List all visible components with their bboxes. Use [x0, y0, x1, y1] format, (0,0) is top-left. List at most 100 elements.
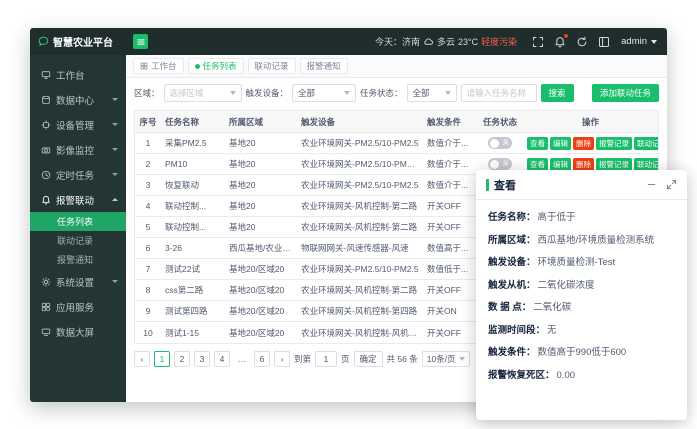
chevron-down-icon	[112, 123, 118, 126]
search-button[interactable]: 搜索	[541, 84, 574, 102]
modal-field-value: 二氧化碳	[533, 297, 571, 320]
sidebar-item-scheduled-tasks[interactable]: 定时任务	[30, 162, 126, 187]
device-cell: 农业环境网关-风机控制-第二路	[297, 200, 423, 212]
condition-cell: 数值高于...	[423, 242, 477, 254]
tab-alarm-notice[interactable]: 报警通知	[300, 58, 348, 74]
task-name-cell: 3-26	[161, 243, 225, 253]
sidebar-collapse-button[interactable]	[133, 34, 148, 49]
row-index: 9	[135, 306, 161, 316]
sidebar-item-workbench[interactable]: 工作台	[30, 62, 126, 87]
sidebar-item-data-screen[interactable]: 数据大屏	[30, 319, 126, 344]
admin-menu[interactable]: admin	[621, 36, 657, 47]
page-button[interactable]: …	[234, 351, 250, 367]
task-name-cell: 采集PM2.5	[161, 137, 225, 149]
goto-page-label: 到第	[294, 353, 311, 365]
maximize-icon[interactable]	[666, 179, 677, 190]
modal-title: 查看	[494, 177, 646, 193]
modal-field-value: 西瓜基地/环境质量检测系统	[538, 230, 655, 253]
bell-icon[interactable]	[554, 36, 566, 48]
page-size-select[interactable]: 10条/页	[422, 351, 470, 367]
device-cell: 农业环境网关-风机控制-第二路	[297, 221, 423, 233]
workbench-icon	[41, 70, 51, 80]
view-button[interactable]: 查看	[527, 158, 548, 171]
status-toggle[interactable]: 关	[488, 137, 512, 149]
page-button[interactable]: 2	[174, 351, 190, 367]
trigger-device-select[interactable]: 全部	[292, 84, 356, 102]
prev-page-button[interactable]: ‹	[134, 351, 150, 367]
page-button[interactable]: 3	[194, 351, 210, 367]
page-button[interactable]: 6	[254, 351, 270, 367]
condition-cell: 数值介于...	[423, 137, 477, 149]
sidebar-item-label: 系统设置	[56, 275, 107, 289]
device-cell: 农业环境网关-PM2.5/10-PM2.5	[297, 179, 423, 191]
goto-page-input[interactable]: 1	[315, 351, 337, 367]
delete-button[interactable]: 删除	[573, 137, 594, 150]
condition-cell: 数值介于...	[423, 179, 477, 191]
fullscreen-icon[interactable]	[532, 36, 544, 48]
row-index: 3	[135, 180, 161, 190]
device-cell: 农业环境网关-PM2.5/10-PM2.5	[297, 263, 423, 275]
page-button[interactable]: 1	[154, 351, 170, 367]
region-cell: 基地20	[225, 158, 297, 170]
task-status-select[interactable]: 全部	[407, 84, 457, 102]
status-toggle[interactable]: 关	[488, 158, 512, 170]
modal-body: 任务名称：高于低于所属区域：西瓜基地/环境质量检测系统触发设备：环境质量检测-T…	[476, 200, 687, 394]
region-select[interactable]: 选择区域	[164, 84, 242, 102]
trigger-device-label: 触发设备：	[246, 87, 289, 99]
view-modal: 查看 任务名称：高于低于所属区域：西瓜基地/环境质量检测系统触发设备：环境质量检…	[476, 170, 687, 420]
modal-field-row: 监测时间段：无	[488, 320, 675, 343]
row-index: 5	[135, 222, 161, 232]
modal-header: 查看	[476, 170, 687, 200]
page-size-value: 10条/页	[427, 353, 456, 365]
device-cell: 农业环境网关-风机控制-第四路	[297, 305, 423, 317]
alarm-record-button[interactable]: 报警记录	[596, 137, 632, 150]
sidebar-item-app-services[interactable]: 应用服务	[30, 294, 126, 319]
minimize-icon[interactable]	[646, 179, 657, 190]
linkage-record-button[interactable]: 联动记录	[634, 158, 658, 171]
sidebar-item-device-mgmt[interactable]: 设备管理	[30, 112, 126, 137]
edit-button[interactable]: 编辑	[550, 158, 571, 171]
sidebar-item-data-center[interactable]: 数据中心	[30, 87, 126, 112]
sidebar-item-label: 影像监控	[56, 143, 107, 157]
chevron-down-icon	[112, 98, 118, 101]
admin-label: admin	[621, 36, 647, 47]
sidebar-subitem-linkage-records[interactable]: 联动记录	[30, 231, 126, 250]
region-cell: 基地20/区域20	[225, 327, 297, 339]
sidebar-item-label: 定时任务	[56, 168, 107, 182]
layout-icon[interactable]	[598, 36, 610, 48]
sidebar-item-alarm-linkage[interactable]: 报警联动	[30, 187, 126, 212]
alarm-icon	[41, 195, 51, 205]
modal-field-label: 触发条件：	[488, 342, 536, 365]
sidebar-item-system-settings[interactable]: 系统设置	[30, 269, 126, 294]
linkage-record-button[interactable]: 联动记录	[634, 137, 658, 150]
next-page-button[interactable]: ›	[274, 351, 290, 367]
row-index: 2	[135, 159, 161, 169]
refresh-icon[interactable]	[576, 36, 588, 48]
tab-workbench[interactable]: 工作台	[133, 58, 184, 74]
tab-task-list[interactable]: 任务列表	[188, 58, 244, 74]
alarm-record-button[interactable]: 报警记录	[596, 158, 632, 171]
modal-field-row: 报警恢复死区：0.00	[488, 365, 675, 388]
view-button[interactable]: 查看	[527, 137, 548, 150]
screen-icon	[41, 327, 51, 337]
notification-badge	[564, 34, 569, 39]
chevron-down-icon	[344, 91, 350, 95]
modal-controls	[646, 179, 677, 190]
task-name-input[interactable]: 请输入任务名称	[461, 84, 537, 102]
add-linkage-task-button[interactable]: 添加联动任务	[592, 84, 659, 102]
app-title: 智慧农业平台	[53, 34, 113, 49]
page-button[interactable]: 4	[214, 351, 230, 367]
sidebar-subitem-alarm-notice[interactable]: 报警通知	[30, 250, 126, 269]
sidebar-item-video-monitor[interactable]: 影像监控	[30, 137, 126, 162]
chevron-down-icon	[112, 173, 118, 176]
delete-button[interactable]: 删除	[573, 158, 594, 171]
task-status-label: 任务状态：	[360, 87, 403, 99]
condition-cell: 开关OFF	[423, 327, 477, 339]
clock-icon	[41, 170, 51, 180]
tab-linkage-records[interactable]: 联动记录	[248, 58, 296, 74]
chevron-up-icon	[112, 198, 118, 201]
edit-button[interactable]: 编辑	[550, 137, 571, 150]
confirm-page-button[interactable]: 确定	[354, 351, 383, 367]
sidebar-subitem-task-list[interactable]: 任务列表	[30, 212, 126, 231]
toggle-off-label: 关	[503, 161, 510, 168]
